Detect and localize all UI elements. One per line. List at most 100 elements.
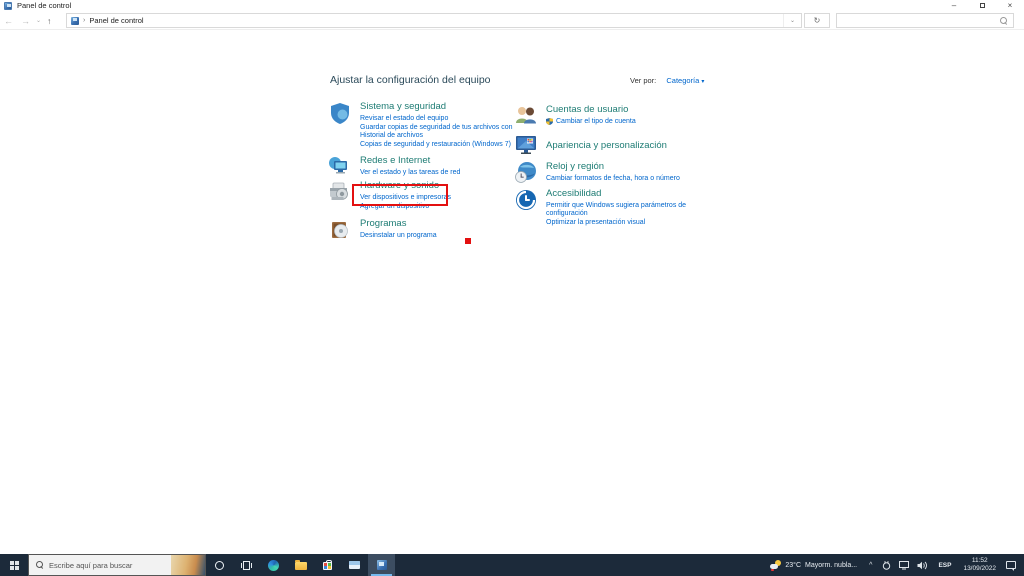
chevron-down-icon[interactable]: ▾ — [701, 79, 704, 85]
minimize-button[interactable]: – — [940, 0, 968, 11]
view-by-dropdown[interactable]: Categoría — [666, 76, 699, 85]
category-appearance-personalization: Apariencia y personalización — [514, 133, 694, 157]
breadcrumb-control-panel-icon — [71, 16, 79, 25]
weather-widget[interactable]: 23°C Mayorm. nubla... — [770, 560, 858, 571]
window-title: Panel de control — [17, 1, 72, 10]
category-user-accounts: Cuentas de usuario Cambiar el tipo de cu… — [514, 104, 694, 128]
forward-button[interactable]: → — [17, 16, 34, 26]
programs-icon[interactable] — [328, 218, 352, 242]
cortana-icon — [215, 560, 224, 570]
clock-date: 13/09/2022 — [963, 565, 996, 572]
category-title[interactable]: Accesibilidad — [546, 188, 694, 199]
window-titlebar: Panel de control – × — [0, 0, 1024, 11]
category-title[interactable]: Apariencia y personalización — [546, 140, 694, 151]
control-panel-icon — [376, 560, 387, 570]
uac-shield-icon — [546, 118, 553, 125]
search-input[interactable] — [837, 14, 1000, 27]
category-network-internet: Redes e Internet Ver el estado y las tar… — [328, 155, 518, 179]
up-button[interactable]: ↑ — [43, 16, 55, 26]
view-by-control: Ver por: Categoría ▾ — [630, 76, 704, 85]
cortana-button[interactable] — [206, 554, 233, 576]
category-title[interactable]: Cuentas de usuario — [546, 104, 694, 115]
control-panel-icon — [4, 1, 12, 10]
category-link-label: Cambiar el tipo de cuenta — [556, 117, 636, 125]
breadcrumb[interactable]: Panel de control — [89, 16, 143, 25]
windows-logo-icon — [9, 560, 19, 570]
control-panel-taskbar-button[interactable] — [368, 554, 395, 576]
category-title[interactable]: Reloj y región — [546, 161, 694, 172]
taskbar-search-placeholder: Escribe aquí para buscar — [49, 560, 133, 570]
edge-button[interactable] — [260, 554, 287, 576]
show-hidden-icons-button[interactable]: ^ — [869, 562, 872, 569]
category-link[interactable]: Guardar copias de seguridad de tus archi… — [360, 124, 518, 141]
category-link[interactable]: Ver el estado y las tareas de red — [360, 169, 518, 178]
taskbar-search-box[interactable]: Escribe aquí para buscar — [28, 554, 206, 576]
category-title[interactable]: Redes e Internet — [360, 155, 518, 166]
store-icon — [323, 559, 332, 570]
taskbar-clock[interactable]: 11:52 13/09/2022 — [963, 557, 996, 573]
view-by-label: Ver por: — [630, 76, 657, 85]
file-explorer-button[interactable] — [287, 554, 314, 576]
page-title: Ajustar la configuración del equipo — [330, 74, 491, 86]
category-title[interactable]: Sistema y seguridad — [360, 101, 518, 112]
search-icon — [36, 561, 44, 569]
start-button[interactable] — [0, 554, 28, 576]
annotation-red-dot — [465, 238, 471, 244]
category-programs: Programas Desinstalar un programa — [328, 218, 518, 242]
refresh-button[interactable]: ↻ — [804, 13, 830, 28]
control-panel-home: Ajustar la configuración del equipo Ver … — [0, 30, 1024, 554]
network-icon[interactable] — [328, 155, 352, 179]
mail-icon — [349, 561, 360, 569]
recent-locations-dropdown[interactable]: ⌄ — [34, 17, 43, 24]
breadcrumb-separator: › — [83, 17, 86, 24]
category-ease-of-access: Accesibilidad Permitir que Windows sugie… — [514, 188, 694, 228]
store-button[interactable] — [314, 554, 341, 576]
speaker-icon — [917, 561, 928, 569]
language-indicator[interactable]: ESP — [938, 562, 951, 569]
task-view-button[interactable] — [233, 554, 260, 576]
category-link[interactable]: Revisar el estado del equipo — [360, 115, 518, 124]
personalization-icon[interactable] — [514, 133, 538, 157]
category-link[interactable]: Copias de seguridad y restauración (Wind… — [360, 141, 518, 150]
shield-icon[interactable] — [328, 101, 352, 125]
annotation-highlight-rectangle — [352, 184, 448, 206]
maximize-icon — [979, 3, 985, 8]
maximize-button[interactable] — [968, 0, 996, 11]
taskbar: Escribe aquí para buscar 23°C Mayorm. nu… — [0, 554, 1024, 576]
desktop-screen: Panel de control – × ← → ⌄ ↑ › Panel de … — [0, 0, 1024, 576]
category-clock-region: Reloj y región Cambiar formatos de fecha… — [514, 161, 694, 185]
task-view-icon — [241, 560, 252, 570]
edge-icon — [268, 559, 279, 571]
ease-of-access-icon[interactable] — [514, 188, 538, 212]
network-icon — [899, 560, 910, 569]
close-button[interactable]: × — [996, 0, 1024, 11]
address-dropdown-icon[interactable]: ⌄ — [782, 14, 801, 27]
category-link[interactable]: Optimizar la presentación visual — [546, 219, 694, 228]
volume-tray-button[interactable] — [917, 561, 928, 570]
weather-condition: Mayorm. nubla... — [805, 561, 858, 569]
category-link[interactable]: Desinstalar un programa — [360, 232, 518, 241]
weather-temp: 23°C — [785, 561, 801, 569]
action-center-button[interactable] — [1006, 561, 1016, 571]
clock-time: 11:52 — [971, 557, 988, 564]
search-icon — [1000, 16, 1008, 25]
back-button[interactable]: ← — [0, 16, 17, 26]
folder-icon — [294, 559, 307, 571]
category-title[interactable]: Programas — [360, 218, 518, 229]
category-link[interactable]: Cambiar el tipo de cuenta — [546, 118, 694, 127]
category-system-security: Sistema y seguridad Revisar el estado de… — [328, 101, 518, 150]
users-icon[interactable] — [514, 104, 538, 128]
category-link[interactable]: Permitir que Windows sugiera parámetros … — [546, 202, 694, 219]
explorer-toolbar: ← → ⌄ ↑ › Panel de control ⌄ ↻ — [0, 11, 1024, 30]
tray-app-button[interactable] — [882, 560, 891, 570]
category-link[interactable]: Cambiar formatos de fecha, hora o número — [546, 175, 694, 184]
weather-icon — [770, 560, 782, 571]
tray-circle-icon — [883, 560, 891, 570]
address-bar[interactable]: › Panel de control ⌄ — [66, 13, 802, 28]
clock-region-icon[interactable] — [514, 161, 538, 185]
explorer-search-box[interactable] — [836, 13, 1014, 28]
network-tray-button[interactable] — [899, 560, 910, 570]
search-highlight-image[interactable] — [171, 555, 205, 575]
mail-button[interactable] — [341, 554, 368, 576]
printer-icon[interactable] — [328, 180, 352, 204]
